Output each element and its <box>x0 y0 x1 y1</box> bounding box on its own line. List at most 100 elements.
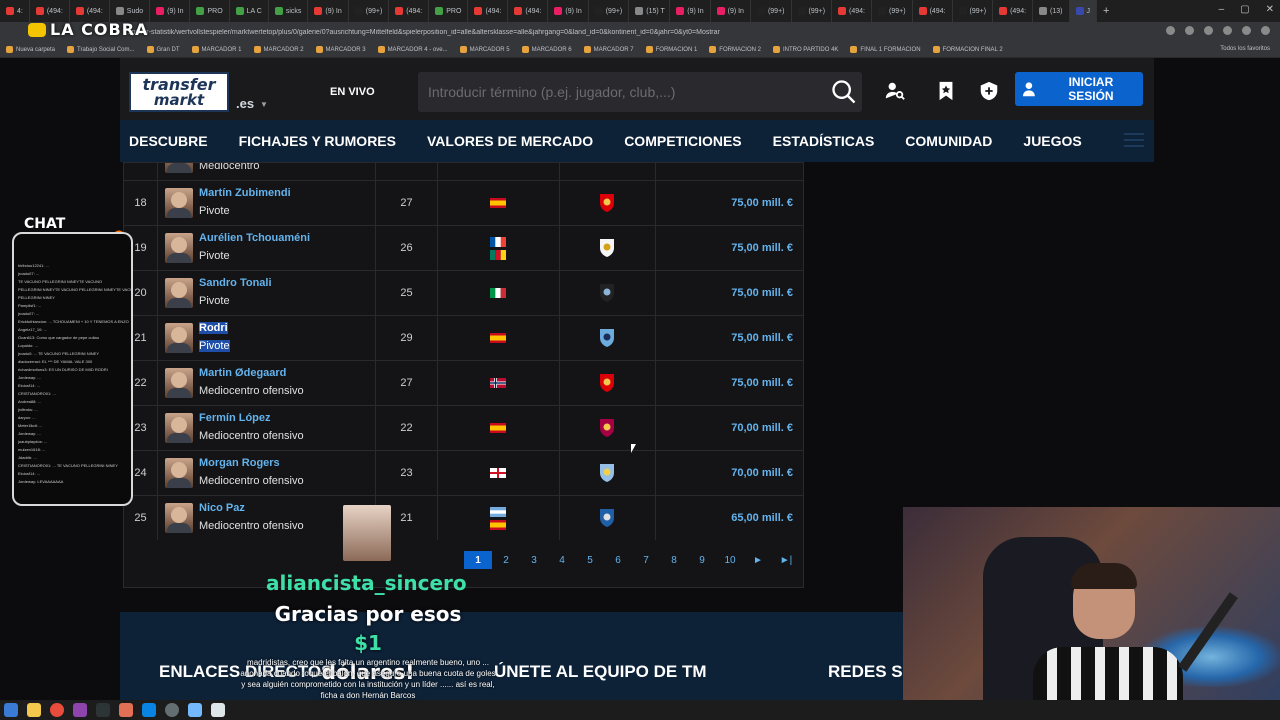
page-button[interactable]: 5 <box>576 551 604 569</box>
search-icon[interactable] <box>830 78 858 106</box>
extension-icon[interactable] <box>1204 26 1213 35</box>
page-button[interactable]: 9 <box>688 551 716 569</box>
player-photo[interactable] <box>165 458 193 488</box>
nav-item[interactable]: JUEGOS <box>1014 133 1081 149</box>
browser-tab[interactable]: LA C <box>230 0 269 22</box>
browser-tab[interactable]: (494: <box>913 0 953 22</box>
new-tab-button[interactable]: + <box>1097 5 1115 17</box>
nav-item[interactable]: DESCUBRE <box>120 133 208 149</box>
profile-icon[interactable] <box>1242 26 1251 35</box>
page-button[interactable]: 2 <box>492 551 520 569</box>
player-name-link[interactable]: Aurélien Tchouaméni <box>199 232 310 244</box>
player-name-link[interactable]: Sandro Tonali <box>199 277 272 289</box>
aston-villa-crest[interactable] <box>598 463 616 483</box>
browser-tab[interactable]: (99+) <box>349 0 390 22</box>
page-button[interactable]: 1 <box>464 551 492 569</box>
bookmark-item[interactable]: FINAL 1 FORMACION <box>850 46 921 53</box>
market-value-link[interactable]: 75,00 mill. € <box>655 181 793 225</box>
browser-tab[interactable]: (9) In <box>670 0 711 22</box>
nav-item[interactable]: VALORES DE MERCADO <box>418 133 593 149</box>
browser-tab[interactable]: (9) In <box>150 0 191 22</box>
browser-tab[interactable]: (494: <box>993 0 1034 22</box>
chrome-icon[interactable] <box>50 703 64 717</box>
browser-tab[interactable]: J <box>1069 0 1097 22</box>
player-name-link[interactable]: Martín Zubimendi <box>199 187 291 199</box>
nav-item[interactable]: ESTADÍSTICAS <box>764 133 875 149</box>
chevron-down-icon[interactable]: ▼ <box>260 100 268 109</box>
bookmark-item[interactable]: Trabajo Social Com... <box>67 46 135 53</box>
zoom-icon[interactable] <box>1166 26 1175 35</box>
browser-tab[interactable]: (9) In <box>711 0 751 22</box>
market-value-link[interactable]: 75,00 mill. € <box>655 361 793 405</box>
next-page-button[interactable]: ► <box>744 551 772 569</box>
market-value-link[interactable]: 70,00 mill. € <box>655 406 793 450</box>
arsenal-crest[interactable] <box>598 193 616 213</box>
player-name-link[interactable]: Fermín López <box>199 412 271 424</box>
browser-tab[interactable]: (99+) <box>872 0 913 22</box>
browser-tab[interactable]: (494: <box>832 0 873 22</box>
browser-tab[interactable]: (99+) <box>792 0 833 22</box>
browser-tab[interactable]: (15) T <box>629 0 671 22</box>
market-value-link[interactable]: 75,00 mill. € <box>655 226 793 270</box>
page-button[interactable]: 8 <box>660 551 688 569</box>
newcastle-crest[interactable] <box>598 283 616 303</box>
bookmark-item[interactable]: MARCADOR 3 <box>315 46 366 53</box>
all-bookmarks-link[interactable]: Todos los favoritos <box>1220 46 1270 52</box>
browser-tab[interactable]: (494: <box>508 0 549 22</box>
market-value-link[interactable]: 75,00 mill. € <box>655 316 793 360</box>
nav-item[interactable]: COMPETICIONES <box>615 133 741 149</box>
url-field[interactable]: spieler-statistik/wertvollstespieler/mar… <box>128 29 1108 36</box>
maximize-icon[interactable]: ▢ <box>1240 4 1249 15</box>
app-icon[interactable] <box>142 703 156 717</box>
browser-tab[interactable]: PRO <box>190 0 230 22</box>
player-photo[interactable] <box>165 413 193 443</box>
player-photo[interactable] <box>165 233 193 263</box>
app-icon[interactable] <box>119 703 133 717</box>
browser-tab[interactable]: (99+) <box>953 0 994 22</box>
shield-plus-icon[interactable] <box>978 80 1000 102</box>
player-name-link[interactable]: Rodri <box>199 322 228 334</box>
barcelona-crest[interactable] <box>598 418 616 438</box>
bookmark-item[interactable]: MARCADOR 5 <box>459 46 510 53</box>
browser-tab[interactable]: (13) <box>1033 0 1070 22</box>
browser-tab[interactable]: (99+) <box>589 0 630 22</box>
market-value-link[interactable]: 70,00 mill. € <box>655 451 793 495</box>
player-name-link[interactable]: Nico Paz <box>199 502 245 514</box>
bookmark-item[interactable]: MARCADOR 7 <box>583 46 634 53</box>
nav-item[interactable]: COMUNIDAD <box>896 133 992 149</box>
browser-tab[interactable]: Sudo <box>110 0 151 22</box>
close-icon[interactable]: ✕ <box>1266 4 1274 15</box>
bookmark-item[interactable]: MARCADOR 2 <box>253 46 304 53</box>
player-photo[interactable] <box>165 503 193 533</box>
app-icon[interactable] <box>96 703 110 717</box>
browser-tab[interactable]: sicks <box>269 0 309 22</box>
login-button[interactable]: INICIAR SESIÓN <box>1015 72 1143 106</box>
arsenal-crest[interactable] <box>598 373 616 393</box>
player-name-link[interactable]: Morgan Rogers <box>199 457 280 469</box>
search-input[interactable] <box>418 72 862 112</box>
como-crest[interactable] <box>598 508 616 528</box>
page-button[interactable]: 10 <box>716 551 744 569</box>
bookmark-item[interactable]: FORMACION 2 <box>709 46 761 53</box>
bookmark-item[interactable]: FORMACION 1 <box>645 46 697 53</box>
player-photo[interactable] <box>165 188 193 218</box>
player-photo[interactable] <box>165 278 193 308</box>
transfermarkt-logo[interactable]: transfer markt <box>129 72 229 112</box>
bookmark-item[interactable]: Gran DT <box>146 46 180 53</box>
market-value-link[interactable]: 65,00 mill. € <box>655 496 793 540</box>
windows-start-icon[interactable] <box>4 703 18 717</box>
browser-tab[interactable]: (494: <box>30 0 70 22</box>
minimize-icon[interactable]: – <box>1219 4 1225 15</box>
browser-tab[interactable]: 4: <box>0 0 30 22</box>
user-search-icon[interactable] <box>884 80 906 102</box>
player-name-link[interactable]: Martin Ødegaard <box>199 367 286 379</box>
page-button[interactable]: 7 <box>632 551 660 569</box>
live-link[interactable]: EN VIVO <box>330 86 375 98</box>
bookmark-item[interactable]: FORMACION FINAL 2 <box>932 46 1003 53</box>
star-icon[interactable] <box>1185 26 1194 35</box>
app-icon[interactable] <box>188 703 202 717</box>
player-photo[interactable] <box>165 323 193 353</box>
real-madrid-crest[interactable] <box>598 238 616 258</box>
browser-tab[interactable]: (494: <box>389 0 430 22</box>
page-button[interactable]: 3 <box>520 551 548 569</box>
